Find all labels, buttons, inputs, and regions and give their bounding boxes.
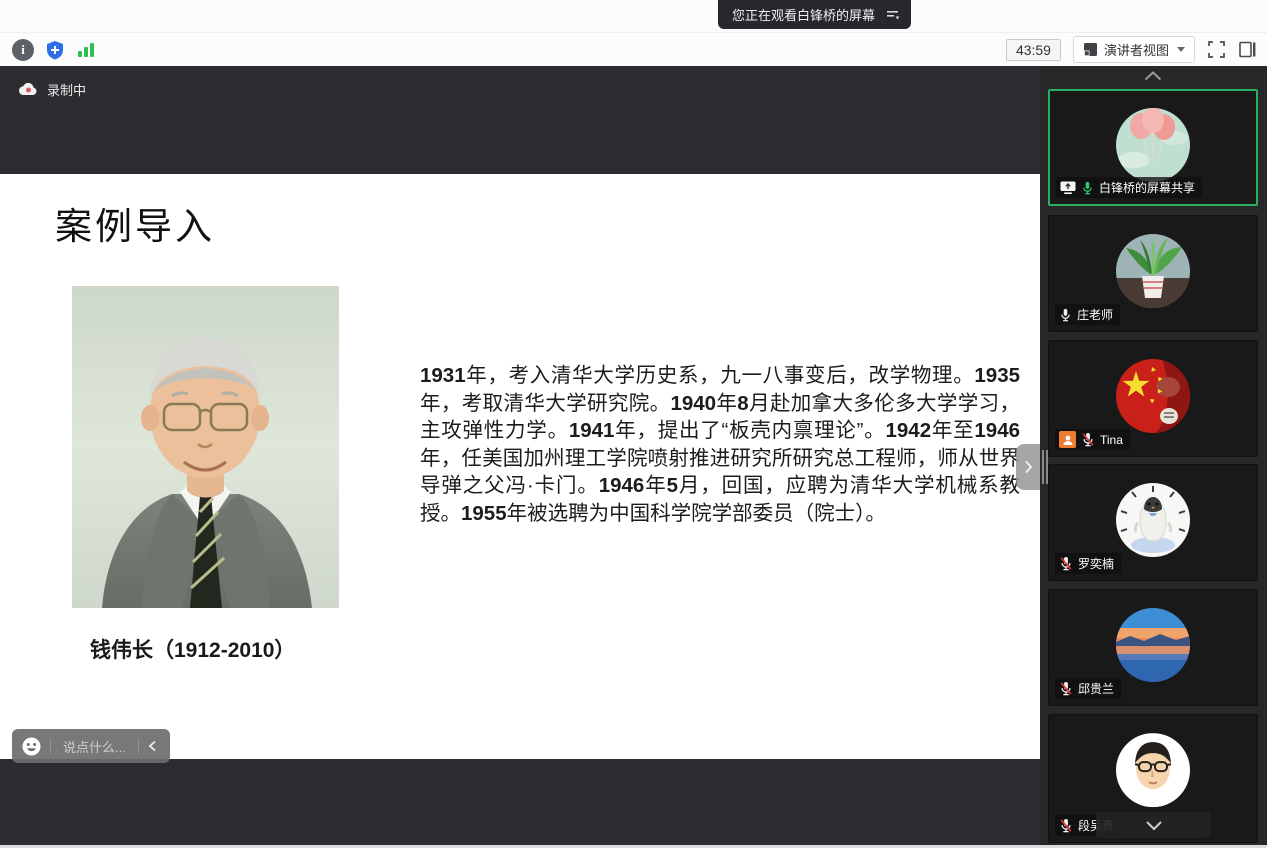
chat-quick-bar: 说点什么... xyxy=(12,729,170,763)
participant-tile-zhuanglaoshi[interactable]: 庄老师 xyxy=(1048,215,1258,332)
cloud-recording-icon xyxy=(18,82,39,97)
participants-panel: 白锋桥的屏幕共享 xyxy=(1040,66,1267,845)
fullscreen-icon[interactable] xyxy=(1207,40,1226,59)
participant-name-pill: 罗奕楠 xyxy=(1055,553,1121,574)
mic-muted-icon xyxy=(1059,818,1073,833)
mic-muted-icon xyxy=(1059,681,1073,696)
presentation-slide: 案例导入 xyxy=(0,174,1040,759)
participant-tile-qiuguilan[interactable]: 邱贵兰 xyxy=(1048,589,1258,706)
avatar xyxy=(1116,483,1190,557)
participant-tile-baifengqiao-share[interactable]: 白锋桥的屏幕共享 xyxy=(1048,89,1258,206)
portrait-caption: 钱伟长（1912-2010） xyxy=(90,634,295,664)
meeting-timer: 43:59 xyxy=(1006,39,1061,61)
slide-paragraph: 1931年，考入清华大学历史系，九一八事变后，改学物理。1935年，考取清华大学… xyxy=(420,362,1020,527)
participant-name: Tina xyxy=(1100,433,1123,447)
view-selector[interactable]: 演讲者视图 xyxy=(1073,36,1195,63)
participant-name: 邱贵兰 xyxy=(1078,680,1114,697)
top-toolbar: i 43:59 xyxy=(0,0,1267,66)
mic-on-icon xyxy=(1081,181,1094,195)
watching-banner-text: 您正在观看白锋桥的屏幕 xyxy=(732,5,875,24)
avatar xyxy=(1116,234,1190,308)
chat-input-placeholder[interactable]: 说点什么... xyxy=(51,737,138,756)
qian-weichang-portrait-photo xyxy=(72,286,339,608)
scroll-down-button[interactable] xyxy=(1096,812,1211,838)
participant-name-pill: 邱贵兰 xyxy=(1055,678,1121,699)
side-panel-icon[interactable] xyxy=(1238,40,1257,59)
slide-title: 案例导入 xyxy=(55,196,215,250)
view-selector-label: 演讲者视图 xyxy=(1104,40,1169,59)
mic-on-icon xyxy=(1059,308,1072,322)
panel-resize-handle[interactable] xyxy=(1042,450,1048,484)
meeting-info-icon[interactable]: i xyxy=(12,39,34,61)
panel-collapse-tab[interactable] xyxy=(1016,444,1040,490)
recording-label: 录制中 xyxy=(47,80,86,99)
avatar xyxy=(1116,733,1190,807)
participant-tile-luoyinan[interactable]: 罗奕楠 xyxy=(1048,464,1258,581)
scroll-up-icon[interactable] xyxy=(1143,70,1163,82)
emoji-icon[interactable] xyxy=(22,737,41,756)
network-signal-icon[interactable] xyxy=(76,41,96,59)
participant-name-pill: 庄老师 xyxy=(1055,304,1120,325)
banner-menu-icon[interactable] xyxy=(885,8,901,22)
watching-banner: 您正在观看白锋桥的屏幕 xyxy=(718,0,911,29)
speaker-view-icon xyxy=(1083,42,1098,57)
participant-name-pill: Tina xyxy=(1055,429,1130,450)
meeting-window: i 43:59 xyxy=(0,0,1267,848)
chevron-down-icon xyxy=(1177,47,1185,52)
participant-name-pill: 白锋桥的屏幕共享 xyxy=(1056,177,1202,198)
participant-tile-tina[interactable]: Tina xyxy=(1048,340,1258,457)
participant-name: 庄老师 xyxy=(1077,306,1113,323)
avatar xyxy=(1116,108,1190,182)
shared-screen-area: 录制中 案例导入 xyxy=(0,66,1040,845)
profile-badge-icon xyxy=(1059,431,1076,448)
security-shield-icon[interactable] xyxy=(44,39,66,61)
mic-muted-icon xyxy=(1081,432,1095,447)
mic-muted-icon xyxy=(1059,556,1073,571)
chat-collapse-icon[interactable] xyxy=(139,740,166,752)
avatar xyxy=(1116,608,1190,682)
avatar xyxy=(1116,359,1190,433)
recording-indicator: 录制中 xyxy=(18,80,86,99)
screen-share-icon xyxy=(1060,181,1076,194)
participant-name: 罗奕楠 xyxy=(1078,555,1114,572)
participant-name: 白锋桥的屏幕共享 xyxy=(1099,179,1195,196)
